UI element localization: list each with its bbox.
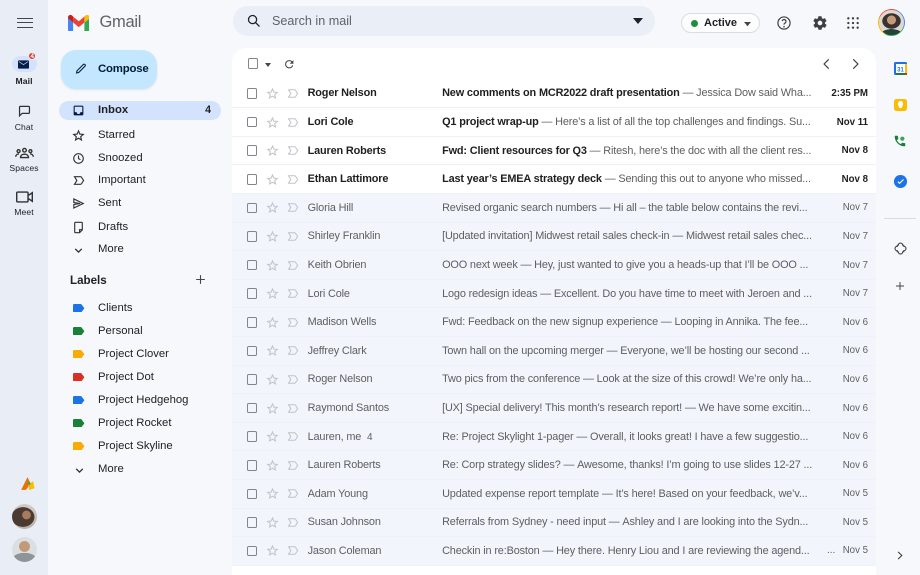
svg-text:31: 31	[897, 67, 904, 73]
